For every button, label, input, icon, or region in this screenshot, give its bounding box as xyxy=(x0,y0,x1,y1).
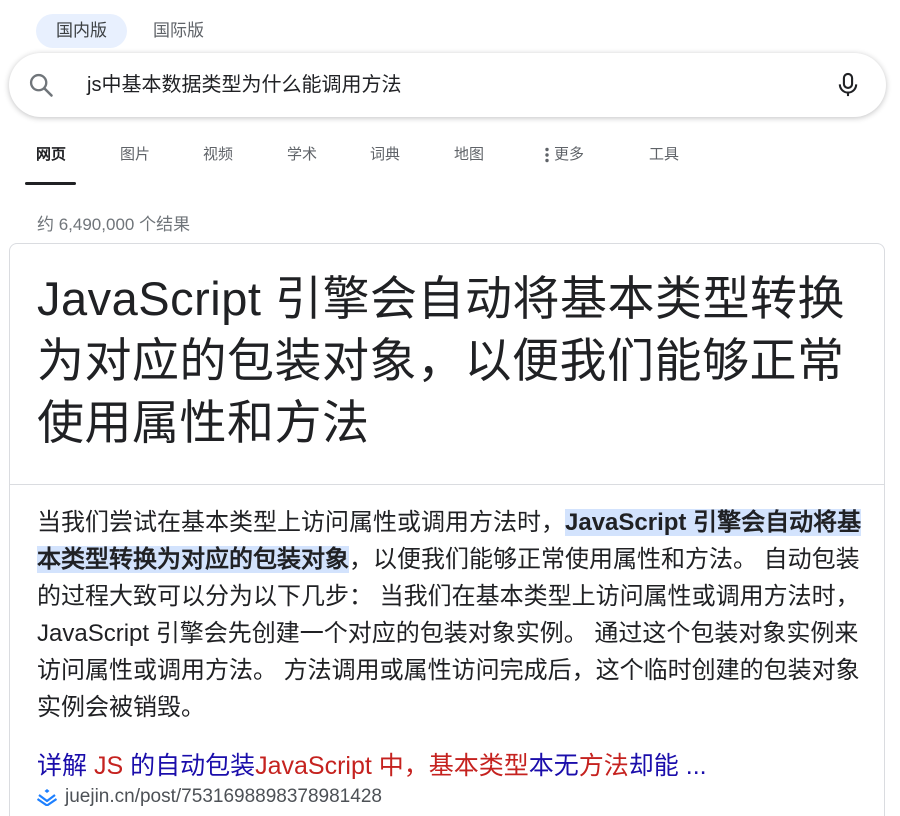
answer-snippet: 当我们尝试在基本类型上访问属性或调用方法时，JavaScript 引擎会自动将基… xyxy=(37,504,867,726)
search-nav: 网页 图片 视频 学术 词典 地图 更多 工具 xyxy=(0,140,900,186)
source-url-row[interactable]: juejin.cn/post/7531698898378981428 xyxy=(37,786,382,808)
nav-tab-dictionary[interactable]: 词典 xyxy=(370,140,400,170)
source-title-part: 详解 xyxy=(37,752,94,780)
source-link[interactable]: 详解 JS 的自动包装JavaScript 中，基本类型本无方法却能 ... xyxy=(37,750,707,782)
nav-tab-academic[interactable]: 学术 xyxy=(287,140,317,170)
source-title-part: 的自动包装 xyxy=(123,752,256,780)
source-title-part: 却能 ... xyxy=(628,752,707,780)
result-count: 约 6,490,000 个结果 xyxy=(37,215,191,234)
active-tab-indicator xyxy=(25,182,76,185)
search-icon[interactable] xyxy=(27,71,55,99)
source-title-part: 本无 xyxy=(528,752,579,780)
source-title-part: 方法 xyxy=(578,752,629,780)
region-tab-domestic[interactable]: 国内版 xyxy=(36,14,127,48)
source-title-part: JavaScript 中，基本类型 xyxy=(255,752,529,780)
search-input[interactable]: js中基本数据类型为什么能调用方法 xyxy=(87,53,401,117)
nav-tab-more[interactable]: 更多 xyxy=(544,140,584,170)
nav-tab-images[interactable]: 图片 xyxy=(120,140,150,170)
juejin-logo-icon xyxy=(37,789,57,806)
source-url: juejin.cn/post/7531698898378981428 xyxy=(65,786,382,807)
region-tab-international[interactable]: 国际版 xyxy=(133,14,224,48)
nav-tab-maps[interactable]: 地图 xyxy=(454,140,484,170)
search-box[interactable]: js中基本数据类型为什么能调用方法 xyxy=(9,53,886,117)
nav-tab-tools[interactable]: 工具 xyxy=(649,140,679,170)
source-title-part: JS xyxy=(93,752,124,780)
answer-card: JavaScript 引擎会自动将基本类型转换为对应的包装对象，以便我们能够正常… xyxy=(9,243,885,816)
region-tabs: 国内版 国际版 xyxy=(36,14,224,48)
microphone-icon[interactable] xyxy=(834,71,862,99)
nav-tab-videos[interactable]: 视频 xyxy=(203,140,233,170)
card-divider xyxy=(10,484,884,485)
nav-tab-web[interactable]: 网页 xyxy=(36,140,66,170)
answer-title: JavaScript 引擎会自动将基本类型转换为对应的包装对象，以便我们能够正常… xyxy=(37,272,845,449)
nav-more-label: 更多 xyxy=(554,146,585,163)
snippet-text-before: 当我们尝试在基本类型上访问属性或调用方法时， xyxy=(37,509,565,536)
vertical-dots-icon xyxy=(545,147,549,163)
